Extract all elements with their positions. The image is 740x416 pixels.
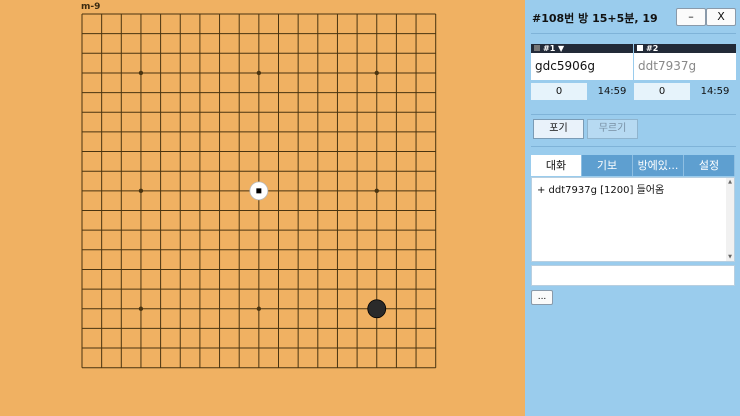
chat-scrollbar[interactable]: ▲ ▼	[726, 178, 734, 261]
minimize-button[interactable]: –	[676, 8, 706, 26]
chat-message: + ddt7937g [1200] 들어옴	[537, 185, 665, 196]
scroll-up-icon[interactable]: ▲	[726, 179, 734, 185]
tab-game-record[interactable]: 기보	[582, 155, 633, 176]
last-move-marker	[256, 188, 262, 194]
star-point	[138, 306, 144, 311]
black-stone	[367, 299, 387, 319]
tab-settings[interactable]: 설정	[684, 155, 735, 176]
star-point	[138, 188, 144, 194]
star-point	[374, 70, 379, 76]
divider	[531, 33, 736, 34]
player-name: gdc5906g	[531, 53, 633, 80]
tab-bar: 대화 기보 방에있... 설정	[531, 155, 735, 176]
divider	[531, 114, 736, 115]
star-point	[138, 70, 144, 76]
room-title: #108번 방 15+5분, 19	[532, 12, 658, 25]
white-stone-icon	[637, 45, 643, 51]
scroll-down-icon[interactable]: ▼	[726, 254, 734, 260]
player-header: #2	[634, 44, 736, 53]
player-black-card: #1 ▼ gdc5906g 0 14:59	[531, 44, 633, 103]
star-point	[256, 306, 262, 311]
chat-input[interactable]	[531, 265, 735, 286]
captures-count: 0	[531, 83, 587, 100]
player-header: #1 ▼	[531, 44, 633, 53]
close-button[interactable]: X	[706, 8, 736, 26]
player-name: ddt7937g	[634, 53, 736, 80]
more-button[interactable]: ...	[531, 290, 553, 305]
star-point	[374, 188, 379, 194]
tab-chat[interactable]: 대화	[531, 155, 582, 176]
player-white-card: #2 ddt7937g 0 14:59	[634, 44, 736, 103]
player-clock: 14:59	[700, 86, 730, 97]
go-board-area[interactable]: m-9	[0, 0, 525, 416]
divider	[531, 146, 736, 147]
player-clock: 14:59	[597, 86, 627, 97]
side-panel: #108번 방 15+5분, 19 – X #1 ▼ gdc5906g 0 14…	[525, 0, 740, 416]
black-stone-icon	[534, 45, 540, 51]
resign-button[interactable]: 포기	[533, 119, 584, 139]
player-tag: #2	[646, 44, 659, 53]
star-point	[256, 70, 262, 76]
captures-count: 0	[634, 83, 690, 100]
tab-room-users[interactable]: 방에있...	[633, 155, 684, 176]
chat-log: + ddt7937g [1200] 들어옴 ▲ ▼	[531, 177, 735, 262]
player-tag: #1 ▼	[543, 44, 565, 53]
undo-button[interactable]: 무르기	[587, 119, 638, 139]
go-board[interactable]	[0, 0, 525, 416]
